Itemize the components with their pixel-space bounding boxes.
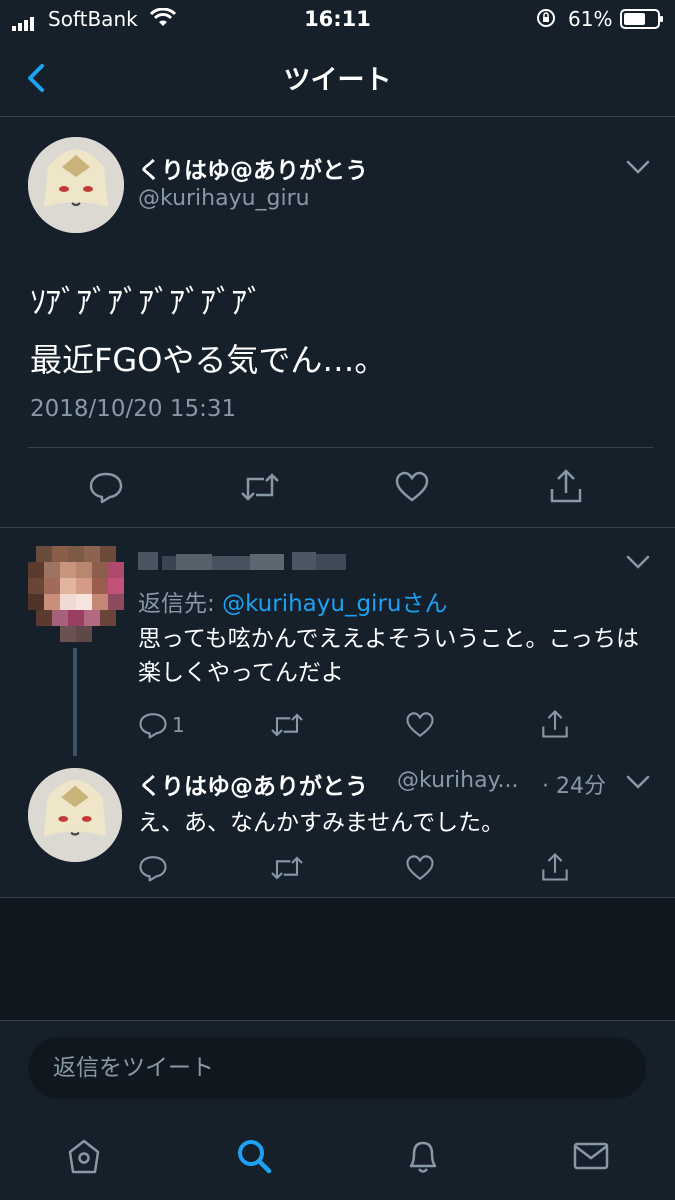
share-icon [550, 469, 582, 503]
tab-messages[interactable] [571, 1136, 611, 1180]
tweet-text-line-2: 最近FGOやる気でん…。 [30, 341, 387, 379]
reply-icon [89, 472, 123, 504]
more-menu-button[interactable] [626, 159, 650, 179]
status-bar: SoftBank 16:11 61% [0, 0, 675, 38]
avatar[interactable] [28, 768, 122, 862]
tweet-text-line-1: ｿｱﾞｱﾞｱﾞｱﾞｱﾞｱﾞｱﾞ [30, 283, 263, 321]
chevron-down-icon [626, 555, 650, 569]
search-icon [238, 1140, 272, 1174]
reply-icon [139, 713, 167, 739]
reply-composer: 返信をツイート [0, 1020, 675, 1123]
retweet-icon [271, 713, 303, 737]
redacted-name [138, 548, 348, 574]
tab-bar [0, 1122, 675, 1200]
tweet-time: · 24分 [542, 774, 606, 799]
reply-icon [139, 856, 167, 882]
replying-to: 返信先: @kurihayu_giruさん [138, 584, 447, 618]
thread-line [73, 648, 77, 756]
main-tweet: くりはゆ@ありがとう @kurihayu_giru ｿｱﾞｱﾞｱﾞｱﾞｱﾞｱﾞｱ… [0, 117, 675, 527]
tab-notifications[interactable] [403, 1136, 443, 1180]
more-menu-button[interactable] [626, 554, 650, 574]
retweet-button[interactable] [270, 710, 304, 744]
empty-space [0, 898, 675, 1020]
avatar[interactable] [28, 137, 124, 233]
share-button[interactable] [548, 467, 584, 509]
replying-to-handle[interactable]: @kurihayu_giru [222, 591, 401, 617]
share-icon [542, 853, 568, 881]
battery-icon [620, 9, 664, 34]
share-button[interactable] [540, 708, 570, 744]
more-menu-button[interactable] [626, 774, 650, 794]
reply-tweet: くりはゆ@ありがとう @kurihay... · 24分 え、あ、なんかすみませ… [0, 758, 675, 898]
tab-home[interactable] [64, 1136, 104, 1180]
heart-icon [406, 712, 434, 738]
battery-percent: 61% [568, 7, 613, 31]
retweet-icon [271, 856, 303, 880]
retweet-icon [241, 473, 279, 501]
author-name[interactable]: くりはゆ@ありがとう [138, 151, 368, 185]
home-icon [68, 1139, 100, 1174]
page-title: ツイート [283, 65, 392, 96]
author-handle[interactable]: @kurihay... [397, 768, 518, 793]
avatar[interactable] [28, 546, 124, 642]
tweet-timestamp: 2018/10/20 15:31 [30, 396, 237, 422]
reply-button[interactable] [138, 853, 168, 887]
divider [28, 447, 653, 448]
reply-input[interactable]: 返信をツイート [28, 1037, 646, 1099]
like-button[interactable] [405, 710, 435, 744]
share-icon [542, 710, 568, 738]
replying-to-suffix: さん [401, 591, 448, 617]
chevron-down-icon [626, 775, 650, 789]
author-name[interactable]: くりはゆ@ありがとう [138, 767, 368, 801]
reply-count: 1 [172, 713, 185, 737]
retweet-button[interactable] [240, 469, 280, 509]
bell-icon [409, 1141, 437, 1173]
tab-search[interactable] [234, 1136, 274, 1180]
reply-button[interactable] [88, 469, 124, 509]
rotation-lock-icon [536, 8, 556, 33]
reply-text: え、あ、なんかすみませんでした。 [138, 810, 505, 836]
header: ツイート [0, 38, 675, 117]
reply-tweet: 返信先: @kurihayu_giruさん 思っても呟かんでええよそういうこと。… [0, 528, 675, 758]
reply-button[interactable] [138, 710, 168, 744]
author-handle[interactable]: @kurihayu_giru [138, 186, 310, 211]
heart-icon [395, 471, 429, 502]
heart-icon [406, 855, 434, 881]
replying-to-prefix: 返信先: [138, 591, 223, 617]
reply-text: 思っても呟かんでええよそういうこと。こっちは楽しくやってんだよ [138, 626, 639, 686]
like-button[interactable] [405, 853, 435, 887]
like-button[interactable] [394, 469, 430, 509]
chevron-down-icon [626, 160, 650, 174]
mail-icon [573, 1142, 609, 1170]
share-button[interactable] [540, 851, 570, 887]
retweet-button[interactable] [270, 853, 304, 887]
